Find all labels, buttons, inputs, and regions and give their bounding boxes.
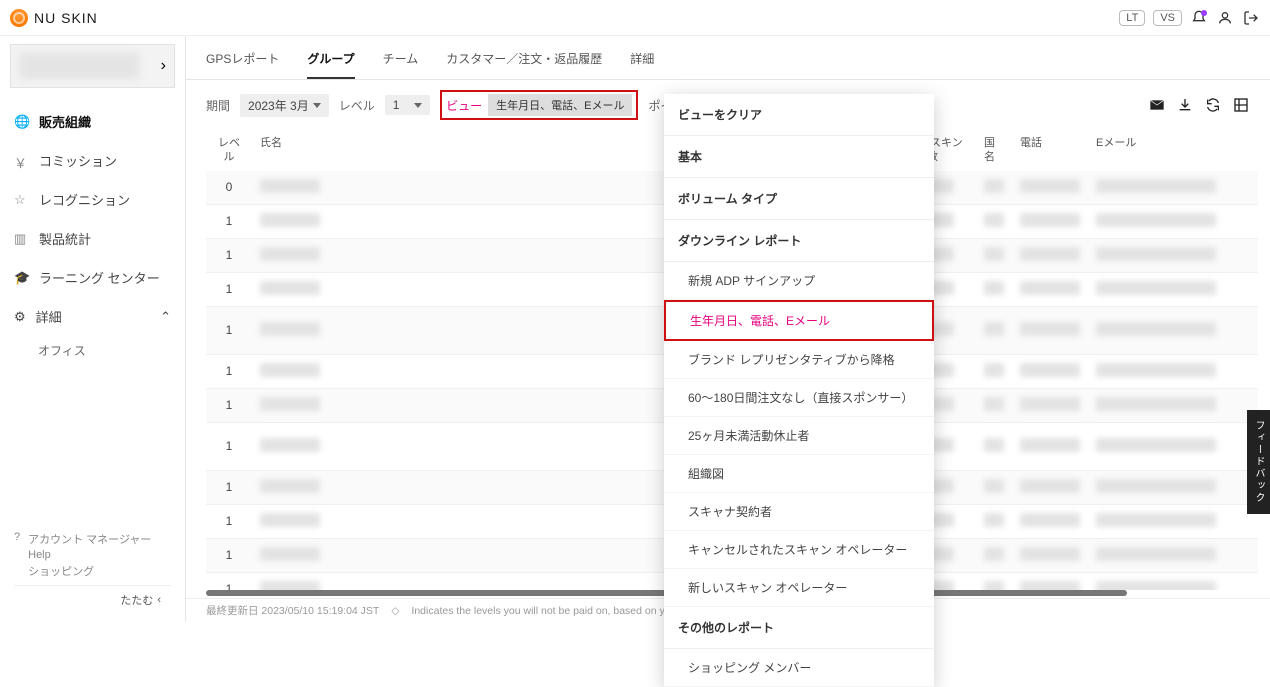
- chevron-up-icon: ⌃: [160, 309, 171, 325]
- refresh-icon[interactable]: [1204, 96, 1222, 114]
- sidebar-label: レコグニション: [39, 190, 130, 209]
- brand-text: NU SKIN: [34, 10, 98, 26]
- dd-item[interactable]: スキャナ契約者: [664, 493, 934, 531]
- tabs: GPSレポート グループ チーム カスタマー／注文・返品履歴 詳細: [186, 36, 1270, 80]
- dd-item[interactable]: キャンセルされたスキャン オペレーター: [664, 531, 934, 569]
- dd-basic[interactable]: 基本: [664, 136, 934, 178]
- view-dropdown: ビューをクリア 基本 ボリューム タイプ ダウンライン レポート 新規 ADP …: [664, 94, 934, 687]
- sidebar-label: コミッション: [39, 151, 117, 170]
- sidebar-item-sales-org[interactable]: 🌐 販売組織: [0, 102, 185, 141]
- dd-other[interactable]: その他のレポート: [664, 607, 934, 649]
- sidebar-item-recognition[interactable]: ☆ レコグニション: [0, 180, 185, 219]
- dd-item[interactable]: 組織図: [664, 455, 934, 493]
- level-value: 1: [393, 98, 400, 112]
- dd-item[interactable]: 60～180日間注文なし（直接スポンサー）: [664, 379, 934, 417]
- chevron-right-icon: ›: [161, 57, 166, 75]
- th-name[interactable]: 氏名: [252, 130, 362, 171]
- sidebar-label: 販売組織: [39, 112, 91, 131]
- sidebar-sub-office[interactable]: オフィス: [0, 336, 185, 365]
- feedback-tab[interactable]: フィードバック: [1247, 410, 1270, 514]
- exit-icon[interactable]: [1242, 9, 1260, 27]
- view-value: 生年月日、電話、Eメール: [488, 94, 632, 116]
- dd-item[interactable]: 新規 ADP サインアップ: [664, 262, 934, 300]
- caret-down-icon: [414, 103, 422, 108]
- tab-gps[interactable]: GPSレポート: [206, 50, 279, 79]
- tab-customer[interactable]: カスタマー／注文・返品履歴: [446, 50, 602, 79]
- dd-downline[interactable]: ダウンライン レポート: [664, 220, 934, 262]
- star-icon: ☆: [14, 192, 29, 207]
- chart-icon: ▥: [14, 231, 29, 246]
- shopping-link[interactable]: ショッピング: [28, 563, 151, 579]
- dd-clear[interactable]: ビューをクリア: [664, 94, 934, 136]
- user-icon[interactable]: [1216, 9, 1234, 27]
- help-link[interactable]: Help: [28, 549, 151, 561]
- collapse-label: たたむ: [120, 592, 153, 608]
- collapse-sidebar[interactable]: たたむ ‹: [14, 585, 171, 608]
- tab-team[interactable]: チーム: [383, 50, 419, 79]
- view-label: ビュー: [446, 97, 482, 114]
- locale-pill-lt[interactable]: LT: [1119, 10, 1145, 26]
- sidebar-label: 製品統計: [39, 229, 91, 248]
- locale-pill-vs[interactable]: VS: [1153, 10, 1182, 26]
- tool-icons: [1148, 96, 1250, 114]
- sidebar-item-commission[interactable]: ￥ コミッション: [0, 141, 185, 180]
- caret-down-icon: [313, 103, 321, 108]
- th-phone[interactable]: 電話: [1012, 130, 1088, 171]
- dd-item[interactable]: 生年月日、電話、Eメール: [664, 300, 934, 341]
- sidebar-item-detail[interactable]: ⚙ 詳細 ⌃: [0, 297, 185, 336]
- fullscreen-icon[interactable]: [1232, 96, 1250, 114]
- last-updated: 最終更新日 2023/05/10 15:19:04 JST: [206, 603, 379, 618]
- topbar-right: LT VS: [1119, 9, 1260, 27]
- th-country[interactable]: 国名: [976, 130, 1012, 171]
- mail-icon[interactable]: [1148, 96, 1166, 114]
- dd-item[interactable]: 新しいスキャン オペレーター: [664, 569, 934, 607]
- dd-volume[interactable]: ボリューム タイプ: [664, 178, 934, 220]
- level-select[interactable]: 1: [385, 95, 430, 115]
- view-selector[interactable]: ビュー 生年月日、電話、Eメール: [440, 90, 638, 120]
- sidebar-label: ラーニング センター: [39, 268, 160, 287]
- tab-group[interactable]: グループ: [307, 50, 354, 79]
- acct-mgr[interactable]: アカウント マネージャー: [28, 531, 151, 547]
- globe-icon: 🌐: [14, 114, 29, 129]
- chevron-left-icon: ‹: [157, 594, 161, 606]
- sidebar-item-products[interactable]: ▥ 製品統計: [0, 219, 185, 258]
- sidebar-label: 詳細: [36, 307, 62, 326]
- grad-icon: 🎓: [14, 270, 29, 285]
- period-label: 期間: [206, 97, 230, 114]
- period-value: 2023年 3月: [248, 97, 309, 114]
- dd-item[interactable]: ブランド レプリゼンタティブから降格: [664, 341, 934, 379]
- help-icon: ?: [14, 531, 20, 543]
- user-card[interactable]: ›: [10, 44, 175, 88]
- period-select[interactable]: 2023年 3月: [240, 94, 329, 117]
- th-level[interactable]: レベル: [206, 130, 252, 171]
- brand-logo-icon: [10, 9, 28, 27]
- th-email[interactable]: Eメール: [1088, 130, 1258, 171]
- diamond-icon: ◇: [391, 605, 399, 617]
- dd-item[interactable]: 25ヶ月未満活動休止者: [664, 417, 934, 455]
- dd-bottom[interactable]: ショッピング メンバー: [664, 649, 934, 687]
- tab-detail[interactable]: 詳細: [630, 50, 654, 79]
- brand: NU SKIN: [10, 9, 98, 27]
- bell-icon[interactable]: [1190, 9, 1208, 27]
- download-icon[interactable]: [1176, 96, 1194, 114]
- level-label: レベル: [339, 97, 375, 114]
- sidebar-footer: ? アカウント マネージャー Help ショッピング たたむ ‹: [0, 523, 185, 622]
- topbar: NU SKIN LT VS: [0, 0, 1270, 36]
- sidebar: › 🌐 販売組織 ￥ コミッション ☆ レコグニション ▥ 製品統計 🎓 ラーニング セン…: [0, 36, 186, 622]
- user-name-blur: [19, 53, 139, 79]
- yen-icon: ￥: [14, 153, 29, 168]
- main: GPSレポート グループ チーム カスタマー／注文・返品履歴 詳細 期間 202…: [186, 36, 1270, 622]
- sidebar-item-learning[interactable]: 🎓 ラーニング センター: [0, 258, 185, 297]
- gear-icon: ⚙: [14, 309, 26, 325]
